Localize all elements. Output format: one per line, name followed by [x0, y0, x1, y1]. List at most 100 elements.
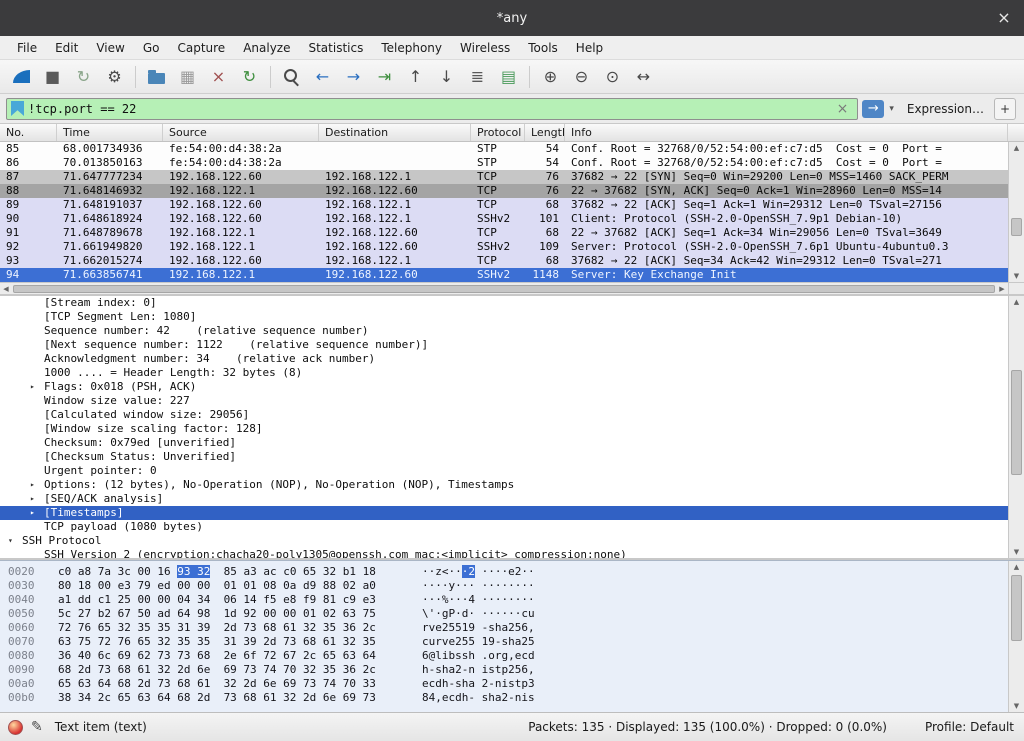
expander-icon[interactable]: ▸ — [30, 506, 44, 520]
capture-options-button[interactable]: ⚙ — [99, 63, 130, 91]
hex-row-0060[interactable]: 006072 76 65 32 35 35 31 39 2d 73 68 61 … — [0, 621, 1008, 635]
zoom-original-button[interactable]: ⊙ — [597, 63, 628, 91]
hex-row-0070[interactable]: 007063 75 72 76 65 32 35 35 31 39 2d 73 … — [0, 635, 1008, 649]
expander-icon[interactable]: ▾ — [8, 534, 22, 548]
go-back-button[interactable]: ← — [307, 63, 338, 91]
scrollbar-track[interactable] — [1009, 154, 1024, 270]
column-header-source[interactable]: Source — [163, 124, 319, 141]
detail-line[interactable]: ▸[Timestamps] — [0, 506, 1008, 520]
column-header-protocol[interactable]: Protocol — [471, 124, 525, 141]
detail-line[interactable]: SSH Version 2 (encryption:chacha20-poly1… — [0, 548, 1008, 558]
packet-row-87[interactable]: 8771.647777234192.168.122.60192.168.122.… — [0, 170, 1008, 184]
menu-go[interactable]: Go — [134, 38, 169, 58]
detail-line[interactable]: [Next sequence number: 1122 (relative se… — [0, 338, 1008, 352]
hex-row-0040[interactable]: 0040a1 dd c1 25 00 00 04 34 06 14 f5 e8 … — [0, 593, 1008, 607]
colorize-packets-button[interactable]: ▤ — [493, 63, 524, 91]
packet-row-93[interactable]: 9371.662015274192.168.122.60192.168.122.… — [0, 254, 1008, 268]
open-capture-file-button[interactable] — [141, 63, 172, 91]
hscrollbar-thumb[interactable] — [13, 285, 995, 293]
scrollbar-thumb[interactable] — [1011, 218, 1022, 236]
menu-capture[interactable]: Capture — [168, 38, 234, 58]
menu-telephony[interactable]: Telephony — [372, 38, 451, 58]
detail-line[interactable]: [Calculated window size: 29056] — [0, 408, 1008, 422]
packet-row-94[interactable]: 9471.663856741192.168.122.1192.168.122.6… — [0, 268, 1008, 282]
filter-apply-button[interactable]: → — [862, 100, 884, 118]
column-header-destination[interactable]: Destination — [319, 124, 471, 141]
detail-line[interactable]: 1000 .... = Header Length: 32 bytes (8) — [0, 366, 1008, 380]
detail-line[interactable]: Sequence number: 42 (relative sequence n… — [0, 324, 1008, 338]
capture-comment-icon[interactable]: ✎ — [31, 719, 43, 735]
column-header-no[interactable]: No. — [0, 124, 57, 141]
expander-icon[interactable]: ▸ — [30, 478, 44, 492]
close-window-button[interactable]: × — [994, 8, 1014, 28]
auto-scroll-button[interactable]: ≣ — [462, 63, 493, 91]
scroll-down-icon[interactable]: ▼ — [1009, 700, 1024, 712]
column-header-time[interactable]: Time — [57, 124, 163, 141]
expression-button[interactable]: Expression… — [907, 102, 984, 116]
packet-list-hscrollbar[interactable]: ◀ ▶ — [0, 282, 1008, 294]
expander-icon[interactable]: ▸ — [30, 380, 44, 394]
save-capture-file-button[interactable]: ▦ — [172, 63, 203, 91]
packet-row-90[interactable]: 9071.648618924192.168.122.60192.168.122.… — [0, 212, 1008, 226]
display-filter-text[interactable]: !tcp.port == 22 — [28, 102, 830, 116]
menu-analyze[interactable]: Analyze — [234, 38, 299, 58]
expert-info-icon[interactable] — [8, 720, 23, 735]
scroll-right-icon[interactable]: ▶ — [996, 285, 1008, 293]
filter-clear-icon[interactable]: × — [830, 101, 856, 117]
hex-row-00a0[interactable]: 00a065 63 64 68 2d 73 68 61 32 2d 6e 69 … — [0, 677, 1008, 691]
stop-capture-button[interactable]: ■ — [37, 63, 68, 91]
scrollbar-thumb[interactable] — [1011, 575, 1022, 641]
packet-row-88[interactable]: 8871.648146932192.168.122.1192.168.122.6… — [0, 184, 1008, 198]
bytes-vscrollbar[interactable]: ▲ ▼ — [1008, 561, 1024, 712]
detail-line[interactable]: ▸Options: (12 bytes), No-Operation (NOP)… — [0, 478, 1008, 492]
go-forward-button[interactable]: → — [338, 63, 369, 91]
details-vscrollbar[interactable]: ▲ ▼ — [1008, 296, 1024, 558]
menu-tools[interactable]: Tools — [519, 38, 567, 58]
resize-columns-button[interactable]: ↔ — [628, 63, 659, 91]
close-capture-file-button[interactable]: × — [203, 63, 234, 91]
restart-capture-button[interactable]: ↻ — [68, 63, 99, 91]
detail-line[interactable]: TCP payload (1080 bytes) — [0, 520, 1008, 534]
menu-view[interactable]: View — [87, 38, 133, 58]
menu-statistics[interactable]: Statistics — [299, 38, 372, 58]
start-capture-button[interactable] — [6, 63, 37, 91]
scroll-up-icon[interactable]: ▲ — [1009, 561, 1024, 573]
reload-capture-file-button[interactable]: ↻ — [234, 63, 265, 91]
go-last-packet-button[interactable]: ↓ — [431, 63, 462, 91]
detail-line[interactable]: Checksum: 0x79ed [unverified] — [0, 436, 1008, 450]
detail-line[interactable]: Urgent pointer: 0 — [0, 464, 1008, 478]
packet-row-92[interactable]: 9271.661949820192.168.122.1192.168.122.6… — [0, 240, 1008, 254]
scroll-down-icon[interactable]: ▼ — [1009, 270, 1024, 282]
detail-line[interactable]: [Checksum Status: Unverified] — [0, 450, 1008, 464]
scroll-left-icon[interactable]: ◀ — [0, 285, 12, 293]
scrollbar-track[interactable] — [1009, 308, 1024, 546]
hex-row-00b0[interactable]: 00b038 34 2c 65 63 64 68 2d 73 68 61 32 … — [0, 691, 1008, 705]
menu-wireless[interactable]: Wireless — [451, 38, 519, 58]
scrollbar-track[interactable] — [1009, 573, 1024, 700]
column-header-length[interactable]: Length — [525, 124, 565, 141]
detail-line[interactable]: ▾SSH Protocol — [0, 534, 1008, 548]
expander-icon[interactable]: ▸ — [30, 492, 44, 506]
zoom-in-button[interactable]: ⊕ — [535, 63, 566, 91]
hex-row-0080[interactable]: 008036 40 6c 69 62 73 73 68 2e 6f 72 67 … — [0, 649, 1008, 663]
menu-file[interactable]: File — [8, 38, 46, 58]
packet-row-85[interactable]: 8568.001734936fe:54:00:d4:38:2aSTP54Conf… — [0, 142, 1008, 156]
go-to-packet-button[interactable]: ⇥ — [369, 63, 400, 91]
display-filter-input[interactable]: !tcp.port == 22 × — [6, 98, 858, 120]
filter-bookmark-icon[interactable] — [11, 101, 24, 116]
go-first-packet-button[interactable]: ↑ — [400, 63, 431, 91]
zoom-out-button[interactable]: ⊖ — [566, 63, 597, 91]
packet-row-89[interactable]: 8971.648191037192.168.122.60192.168.122.… — [0, 198, 1008, 212]
filter-add-button[interactable]: + — [994, 98, 1016, 120]
hex-row-0050[interactable]: 00505c 27 b2 67 50 ad 64 98 1d 92 00 00 … — [0, 607, 1008, 621]
detail-line[interactable]: [Window size scaling factor: 128] — [0, 422, 1008, 436]
menu-help[interactable]: Help — [567, 38, 612, 58]
detail-line[interactable]: [TCP Segment Len: 1080] — [0, 310, 1008, 324]
packet-list-vscrollbar[interactable]: ▲ ▼ — [1008, 142, 1024, 282]
scroll-up-icon[interactable]: ▲ — [1009, 296, 1024, 308]
hex-row-0020[interactable]: 0020c0 a8 7a 3c 00 16 93 32 85 a3 ac c0 … — [0, 565, 1008, 579]
hex-row-0030[interactable]: 003080 18 00 e3 79 ed 00 00 01 01 08 0a … — [0, 579, 1008, 593]
menu-edit[interactable]: Edit — [46, 38, 87, 58]
detail-line[interactable]: ▸[SEQ/ACK analysis] — [0, 492, 1008, 506]
filter-dropdown-icon[interactable]: ▾ — [884, 104, 899, 114]
